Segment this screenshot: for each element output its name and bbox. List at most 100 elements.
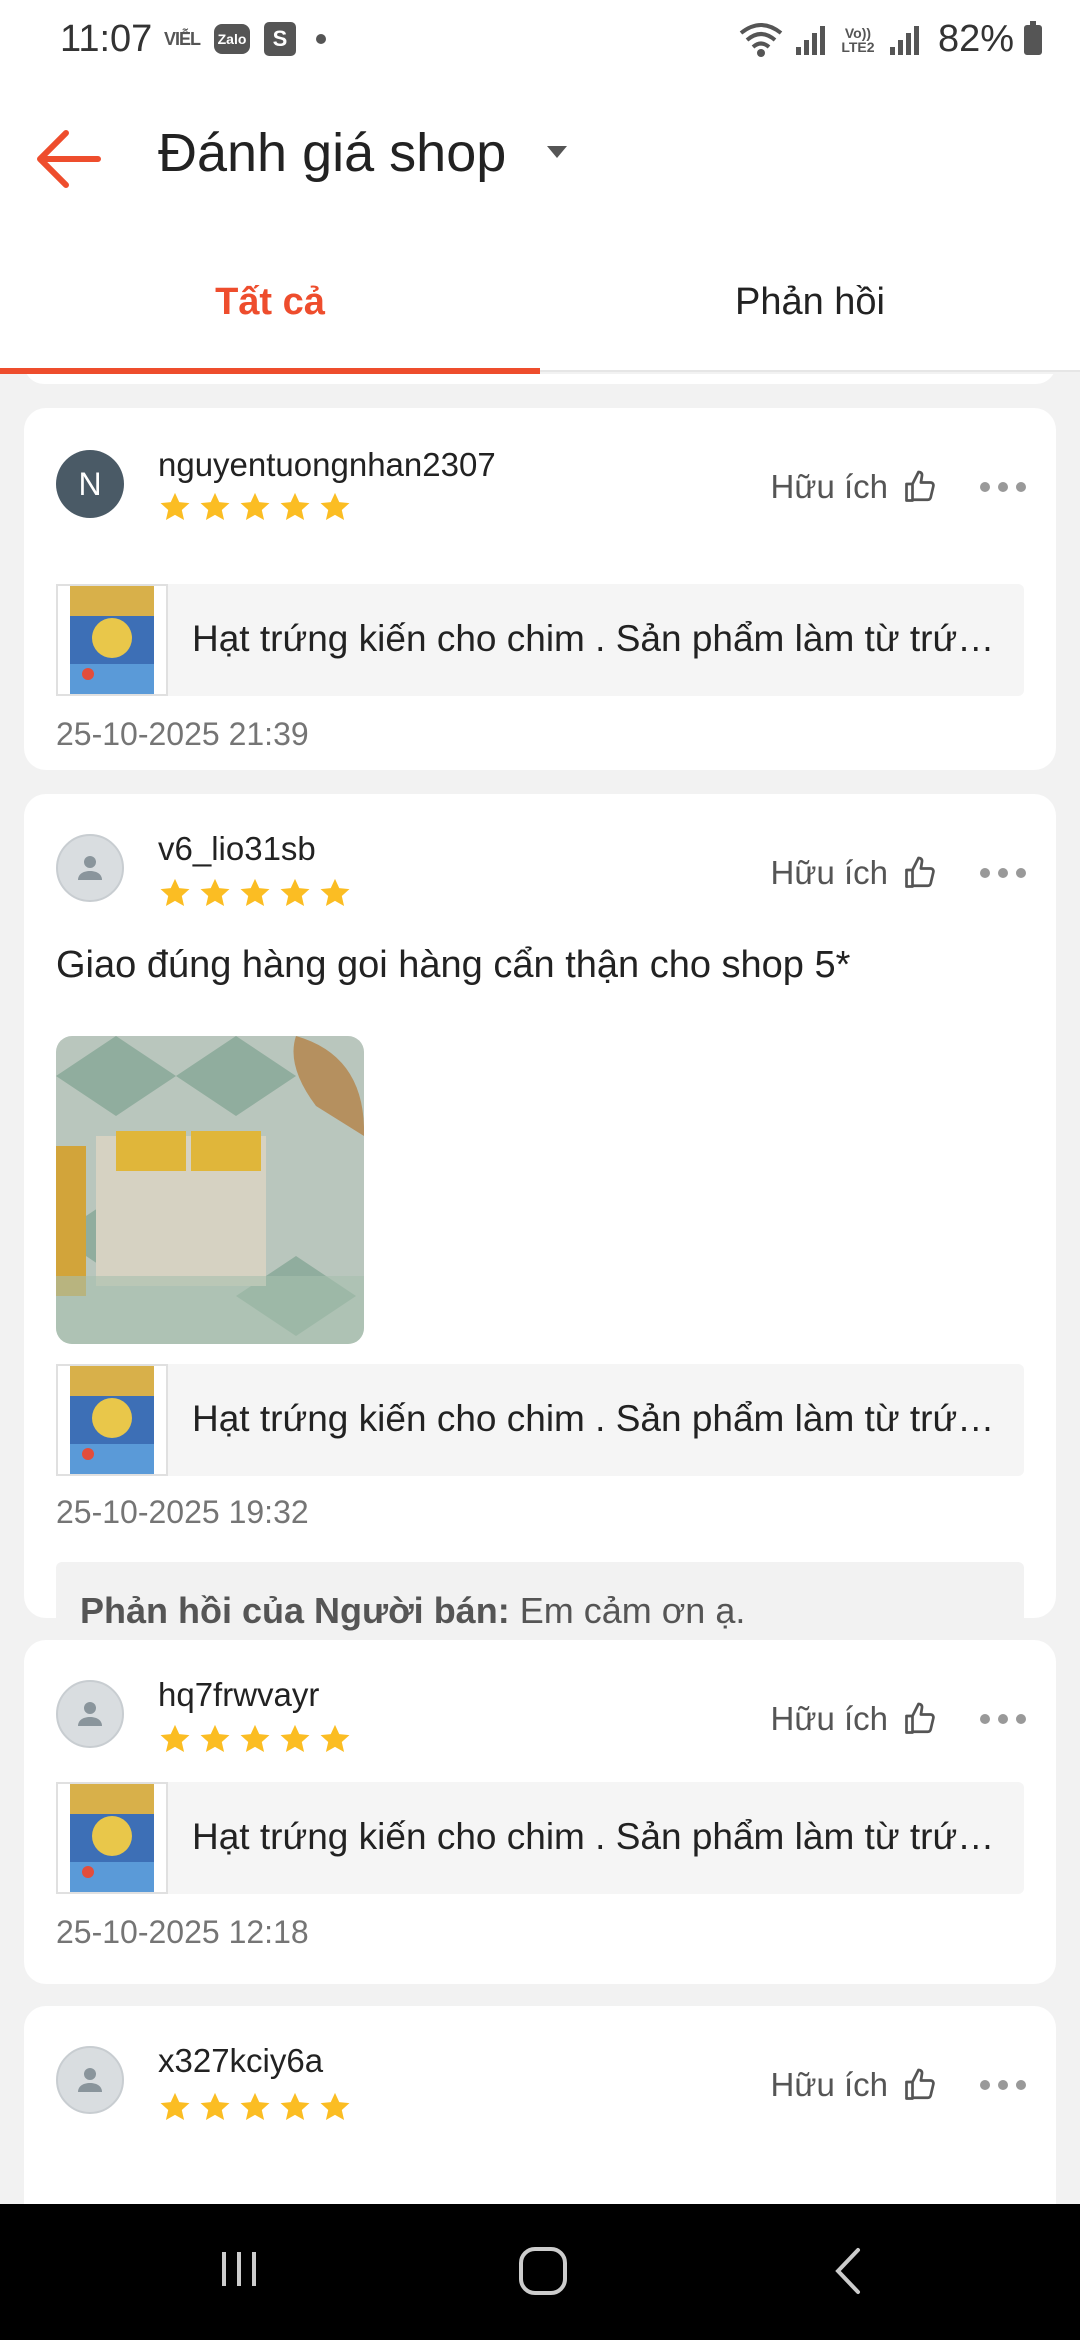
review-username[interactable]: hq7frwvayr: [158, 1676, 319, 1714]
product-link[interactable]: Hạt trứng kiến cho chim . Sản phẩm làm t…: [56, 1364, 1024, 1476]
star-icon: [200, 492, 230, 521]
back-chevron-icon: [835, 2248, 860, 2294]
review-date: 25-10-2025 19:32: [56, 1494, 309, 1530]
helpful-button[interactable]: Hữu ích: [771, 854, 938, 892]
tab-bar: Tất cả Phản hồi: [0, 232, 1080, 374]
more-options-icon[interactable]: [980, 868, 1026, 878]
caret-down-icon[interactable]: [547, 146, 567, 158]
helpful-label: Hữu ích: [770, 468, 888, 505]
home-button[interactable]: [516, 2244, 570, 2303]
review-username[interactable]: nguyentuongnhan2307: [158, 446, 496, 484]
tab-all[interactable]: Tất cả: [0, 232, 540, 374]
star-icon: [160, 492, 190, 521]
system-navigation-bar: [0, 2204, 1080, 2340]
more-notifications-icon: [316, 34, 327, 44]
thumbs-up-icon: [905, 1702, 935, 1734]
thumbs-up-icon: [905, 470, 935, 502]
star-icon: [240, 492, 270, 521]
review-card: x327kciy6a Hữu ích: [24, 2006, 1056, 2204]
review-date: 25-10-2025 21:39: [56, 716, 309, 752]
review-list[interactable]: N nguyentuongnhan2307 Hữu ích Hạt trứng …: [0, 374, 1080, 2204]
previous-review-card: [24, 374, 1056, 384]
star-icon: [240, 2092, 270, 2121]
notification-icons: VIỄL Zalo S: [164, 22, 327, 56]
page-title[interactable]: Đánh giá shop: [158, 122, 506, 184]
helpful-label: Hữu ích: [770, 854, 888, 891]
review-photo[interactable]: [56, 1036, 364, 1344]
avatar[interactable]: [56, 1680, 124, 1748]
avatar[interactable]: [56, 2046, 124, 2114]
product-link[interactable]: Hạt trứng kiến cho chim . Sản phẩm làm t…: [56, 1782, 1024, 1894]
app-bar: Đánh giá shop: [0, 82, 1080, 232]
star-icon: [200, 2092, 230, 2121]
volte-icon: Vo)) LTE2: [841, 24, 875, 55]
product-thumbnail: [56, 1782, 168, 1894]
star-rating: [158, 1722, 352, 1756]
star-icon: [200, 1724, 230, 1753]
recent-apps-icon: [222, 2252, 256, 2286]
zalo-icon: Zalo: [214, 24, 251, 54]
battery-icon: [1024, 20, 1042, 55]
more-options-icon[interactable]: [980, 2080, 1026, 2090]
shopee-icon: S: [264, 22, 297, 56]
more-options-icon[interactable]: [980, 1714, 1026, 1724]
star-rating: [158, 876, 352, 910]
recent-apps-button[interactable]: [214, 2244, 264, 2299]
user-icon: [78, 2068, 102, 2092]
review-username[interactable]: v6_lio31sb: [158, 830, 316, 868]
home-icon: [519, 2247, 567, 2295]
avatar[interactable]: N: [56, 450, 124, 518]
status-bar: 11:07 VIỄL Zalo S Vo)) LTE2 82%: [0, 0, 1080, 82]
review-username[interactable]: x327kciy6a: [158, 2042, 323, 2080]
product-name: Hạt trứng kiến cho chim . Sản phẩm làm t…: [192, 1398, 1002, 1439]
star-icon: [160, 1724, 190, 1753]
star-icon: [280, 2092, 310, 2121]
product-name: Hạt trứng kiến cho chim . Sản phẩm làm t…: [192, 1816, 1002, 1857]
tab-replies[interactable]: Phản hồi: [540, 232, 1080, 372]
star-icon: [320, 878, 350, 907]
carrier-icon: VIỄL: [164, 28, 201, 49]
avatar[interactable]: [56, 834, 124, 902]
wifi-icon: [738, 21, 784, 59]
star-icon: [240, 1724, 270, 1753]
system-icons: Vo)) LTE2 82%: [738, 18, 1042, 61]
helpful-label: Hữu ích: [770, 2066, 888, 2103]
star-icon: [200, 878, 230, 907]
star-icon: [320, 1724, 350, 1753]
star-icon: [320, 2092, 350, 2121]
review-card: v6_lio31sb Hữu ích Giao đúng hàng goi hà…: [24, 794, 1056, 1658]
star-rating: [158, 490, 352, 524]
review-date: 25-10-2025 12:18: [56, 1914, 309, 1950]
thumbs-up-icon: [905, 2068, 935, 2100]
arrow-left-icon: [37, 130, 101, 188]
helpful-button[interactable]: Hữu ích: [771, 1700, 938, 1738]
seller-reply-label: Phản hồi của Người bán:: [80, 1590, 510, 1631]
helpful-button[interactable]: Hữu ích: [771, 2066, 938, 2104]
user-icon: [78, 1702, 102, 1726]
star-icon: [240, 878, 270, 907]
helpful-label: Hữu ích: [770, 1700, 888, 1737]
review-card: N nguyentuongnhan2307 Hữu ích Hạt trứng …: [24, 408, 1056, 770]
battery-percent: 82%: [937, 18, 1014, 60]
status-time: 11:07: [60, 18, 153, 60]
signal-2-icon: [888, 23, 922, 57]
review-comment: Giao đúng hàng goi hàng cẩn thận cho sho…: [56, 944, 851, 986]
star-icon: [160, 2092, 190, 2121]
seller-reply-text: Em cảm ơn ạ.: [509, 1590, 746, 1631]
review-card: hq7frwvayr Hữu ích Hạt trứng kiến cho ch…: [24, 1640, 1056, 1984]
product-thumbnail: [56, 1364, 168, 1476]
product-thumbnail: [56, 584, 168, 696]
back-nav-button[interactable]: [824, 2244, 874, 2303]
helpful-button[interactable]: Hữu ích: [771, 468, 938, 506]
star-icon: [280, 1724, 310, 1753]
star-icon: [280, 878, 310, 907]
user-icon: [78, 856, 102, 880]
thumbs-up-icon: [905, 856, 935, 888]
star-icon: [160, 878, 190, 907]
more-options-icon[interactable]: [980, 482, 1026, 492]
product-link[interactable]: Hạt trứng kiến cho chim . Sản phẩm làm t…: [56, 584, 1024, 696]
star-icon: [280, 492, 310, 521]
back-button[interactable]: [34, 126, 106, 192]
signal-icon: [794, 23, 828, 57]
product-name: Hạt trứng kiến cho chim . Sản phẩm làm t…: [192, 618, 1002, 659]
